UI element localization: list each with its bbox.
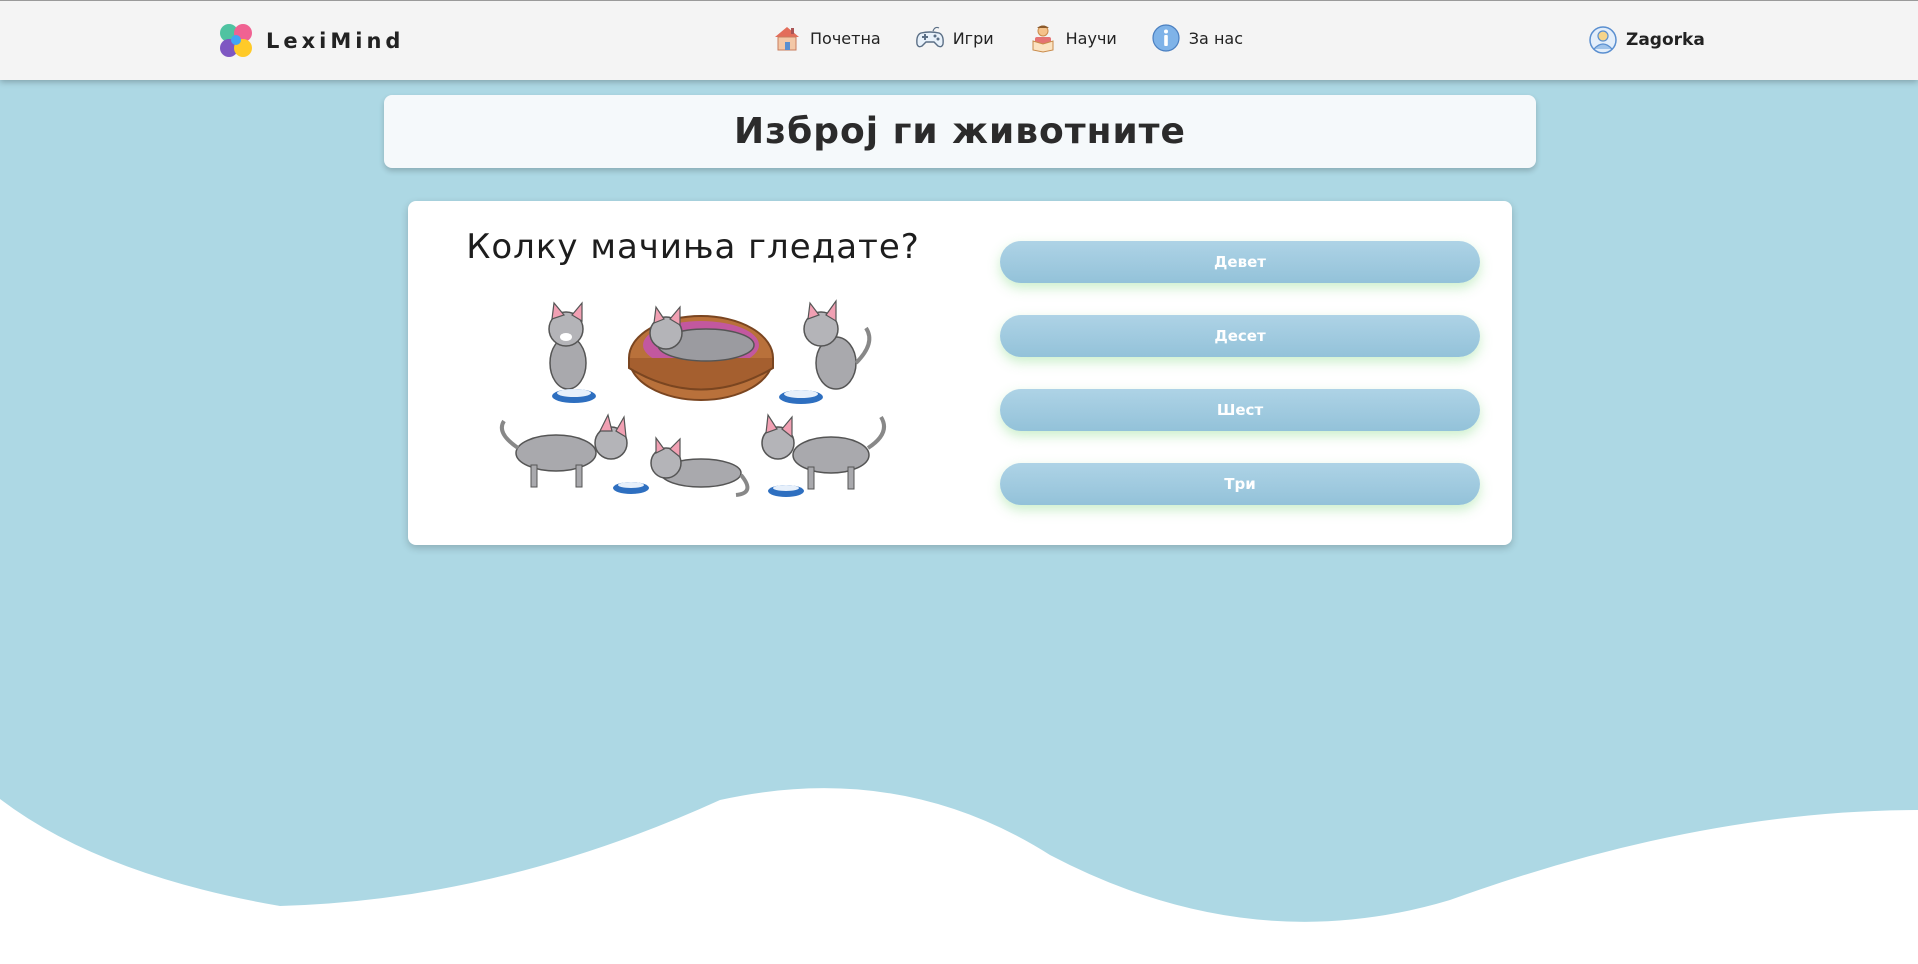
answer-button-six[interactable]: Шест bbox=[1000, 389, 1480, 431]
question-text: Колку мачиња гледате? bbox=[466, 227, 920, 267]
gamepad-icon bbox=[915, 26, 944, 48]
brand[interactable]: LexiMind bbox=[216, 21, 404, 61]
cats-illustration bbox=[499, 299, 886, 497]
game-title: Изброј ги животните bbox=[734, 111, 1186, 152]
nav-item-games[interactable]: Игри bbox=[915, 23, 994, 53]
nav-label-games: Игри bbox=[952, 28, 994, 48]
answer-button-nine[interactable]: Девет bbox=[1000, 241, 1480, 283]
nav-label-learn: Научи bbox=[1065, 28, 1117, 48]
answer-button-ten[interactable]: Десет bbox=[1000, 315, 1480, 357]
brand-name: LexiMind bbox=[266, 29, 405, 53]
cat-figure bbox=[650, 436, 750, 497]
cat-figure bbox=[548, 301, 596, 403]
reading-child-icon bbox=[1032, 25, 1054, 53]
brain-puzzle-icon bbox=[220, 24, 252, 57]
nav-label-about: За нас bbox=[1188, 28, 1244, 48]
house-icon bbox=[775, 27, 799, 51]
answer-button-three[interactable]: Три bbox=[1000, 463, 1480, 505]
top-navbar: LexiMind Почетна Игри Научи За нас Zagor… bbox=[0, 0, 1918, 80]
nav-label-home: Почетна bbox=[810, 28, 881, 48]
game-title-card: Изброј ги животните bbox=[384, 95, 1536, 168]
cat-figure bbox=[779, 299, 872, 404]
nav-item-home[interactable]: Почетна bbox=[772, 23, 881, 53]
game-card: Колку мачиња гледате? Девет Десет Шест Т… bbox=[408, 201, 1512, 545]
answer-options: Девет Десет Шест Три bbox=[1000, 241, 1480, 537]
nav-item-learn[interactable]: Научи bbox=[1028, 23, 1117, 53]
user-menu[interactable]: Zagorka bbox=[1588, 25, 1705, 55]
cat-figure bbox=[499, 413, 649, 494]
user-name: Zagorka bbox=[1626, 30, 1705, 50]
cat-figure bbox=[761, 413, 886, 497]
info-icon bbox=[1152, 24, 1180, 52]
background-wave bbox=[0, 788, 1918, 964]
nav-item-about[interactable]: За нас bbox=[1151, 23, 1243, 53]
user-avatar-icon bbox=[1589, 26, 1617, 54]
nav-links: Почетна Игри Научи За нас bbox=[772, 23, 1277, 53]
